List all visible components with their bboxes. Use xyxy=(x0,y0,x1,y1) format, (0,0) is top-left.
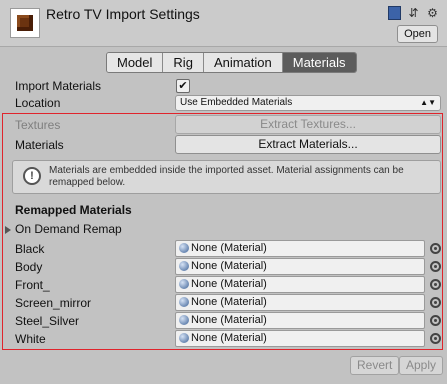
import-materials-checkbox[interactable]: ✔ xyxy=(176,79,190,93)
material-row: White None (Material) xyxy=(0,330,447,348)
inspector-header: Retro TV Import Settings ⇵ ⚙ Open xyxy=(0,0,447,47)
materials-label: Materials xyxy=(15,138,64,152)
material-value: None (Material) xyxy=(191,242,267,254)
info-helpbox: ! Materials are embedded inside the impo… xyxy=(12,160,441,194)
dropdown-arrow-icon: ▲▼ xyxy=(420,98,436,107)
material-name: Body xyxy=(15,260,43,274)
material-sphere-icon xyxy=(179,261,189,271)
material-name: Front_ xyxy=(15,278,50,292)
location-value: Use Embedded Materials xyxy=(180,97,293,108)
material-object-field[interactable]: None (Material) xyxy=(175,312,425,329)
material-sphere-icon xyxy=(179,297,189,307)
material-object-field[interactable]: None (Material) xyxy=(175,258,425,275)
apply-button[interactable]: Apply xyxy=(399,356,444,375)
book-icon[interactable] xyxy=(388,6,401,20)
material-row: Screen_mirror None (Material) xyxy=(0,294,447,312)
object-picker-icon[interactable] xyxy=(430,261,441,272)
object-picker-icon[interactable] xyxy=(430,279,441,290)
material-object-field[interactable]: None (Material) xyxy=(175,276,425,293)
on-demand-remap-foldout[interactable]: On Demand Remap xyxy=(5,222,122,236)
object-picker-icon[interactable] xyxy=(430,297,441,308)
material-value: None (Material) xyxy=(191,296,267,308)
material-sphere-icon xyxy=(179,243,189,253)
material-name: Black xyxy=(15,242,45,256)
location-label: Location xyxy=(15,96,61,110)
material-value: None (Material) xyxy=(191,332,267,344)
import-tabs: Model Rig Animation Materials xyxy=(106,52,357,73)
foldout-label: On Demand Remap xyxy=(15,222,122,236)
open-button[interactable]: Open xyxy=(397,25,438,43)
location-dropdown[interactable]: Use Embedded Materials ▲▼ xyxy=(175,95,441,111)
object-picker-icon[interactable] xyxy=(430,333,441,344)
extract-materials-button[interactable]: Extract Materials... xyxy=(175,135,441,154)
inspector-title: Retro TV Import Settings xyxy=(46,6,200,22)
material-sphere-icon xyxy=(179,315,189,325)
material-object-field[interactable]: None (Material) xyxy=(175,330,425,347)
material-row: Front_ None (Material) xyxy=(0,276,447,294)
import-materials-label: Import Materials xyxy=(15,79,102,93)
material-name: Screen_mirror xyxy=(15,296,92,310)
material-row: Steel_Silver None (Material) xyxy=(0,312,447,330)
textures-label: Textures xyxy=(15,118,61,132)
material-row: Black None (Material) xyxy=(0,240,447,258)
tab-rig[interactable]: Rig xyxy=(163,53,204,72)
material-object-field[interactable]: None (Material) xyxy=(175,240,425,257)
material-name: White xyxy=(15,332,46,346)
tab-materials[interactable]: Materials xyxy=(282,53,356,72)
tab-model[interactable]: Model xyxy=(107,53,164,72)
material-object-field[interactable]: None (Material) xyxy=(175,294,425,311)
material-sphere-icon xyxy=(179,333,189,343)
info-text: Materials are embedded inside the import… xyxy=(49,165,404,188)
material-value: None (Material) xyxy=(191,260,267,272)
foldout-arrow-icon xyxy=(5,225,11,234)
material-row: Body None (Material) xyxy=(0,258,447,276)
object-picker-icon[interactable] xyxy=(430,315,441,326)
object-picker-icon[interactable] xyxy=(430,243,441,254)
gear-icon[interactable]: ⚙ xyxy=(426,6,439,20)
extract-textures-button[interactable]: Extract Textures... xyxy=(175,115,441,134)
model-preview-icon xyxy=(17,15,33,31)
tab-animation[interactable]: Animation xyxy=(203,53,283,72)
sliders-icon[interactable]: ⇵ xyxy=(407,6,420,20)
revert-button[interactable]: Revert xyxy=(350,356,400,375)
remapped-materials-heading: Remapped Materials xyxy=(15,203,132,217)
material-sphere-icon xyxy=(179,279,189,289)
material-value: None (Material) xyxy=(191,278,267,290)
header-icons: ⇵ ⚙ xyxy=(388,6,439,20)
info-icon: ! xyxy=(23,167,41,185)
asset-thumbnail xyxy=(10,8,40,38)
material-name: Steel_Silver xyxy=(15,314,80,328)
material-value: None (Material) xyxy=(191,314,267,326)
